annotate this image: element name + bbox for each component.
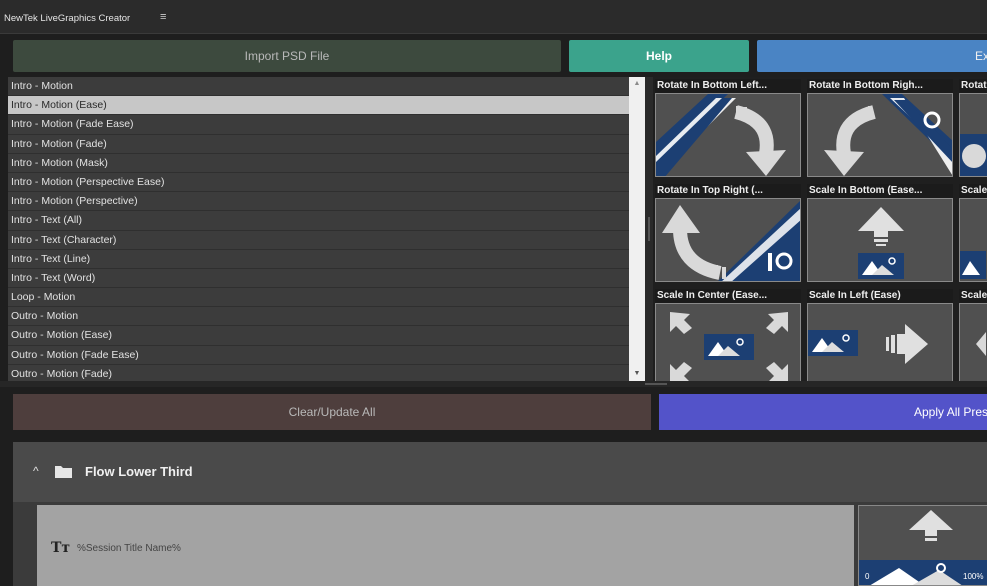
title-bar: NewTek LiveGraphics Creator ≡	[0, 0, 987, 34]
preset-list-scrollbar[interactable]: ▲ ▼	[629, 77, 645, 381]
animation-card[interactable]: Scale	[959, 289, 987, 381]
apply-all-presets-button[interactable]: Apply All Pres	[659, 394, 987, 430]
clear-update-all-button[interactable]: Clear/Update All	[13, 394, 651, 430]
animation-label: Scale In Left (Ease)	[807, 289, 953, 303]
animation-card[interactable]: Scale In Center (Ease...	[655, 289, 801, 381]
animation-grid: Rotate In Bottom Left... Rotate In Botto…	[653, 77, 987, 381]
animation-label: Rotate In Bottom Righ...	[807, 79, 953, 93]
list-item[interactable]: Intro - Text (Line)	[8, 250, 629, 269]
scale-icon	[959, 303, 987, 381]
scale-in-center-icon	[655, 303, 801, 381]
list-item[interactable]: Intro - Text (Character)	[8, 231, 629, 250]
export-button[interactable]: Ex	[757, 40, 987, 72]
list-item[interactable]: Intro - Motion (Perspective)	[8, 192, 629, 212]
horizontal-splitter[interactable]	[0, 381, 987, 387]
animation-label: Scale	[959, 184, 987, 198]
list-item[interactable]: Outro - Motion (Ease)	[8, 326, 629, 346]
animation-label: Scale In Center (Ease...	[655, 289, 801, 303]
animation-label: Rotat	[959, 79, 987, 93]
list-item[interactable]: Intro - Motion (Perspective Ease)	[8, 173, 629, 193]
animation-card[interactable]: Rotate In Top Right (...	[655, 184, 801, 282]
folder-icon	[55, 466, 72, 478]
animation-card[interactable]: Scale In Left (Ease)	[807, 289, 953, 381]
preset-list[interactable]: Intro - Motion Intro - Motion (Ease) Int…	[8, 77, 629, 381]
hamburger-icon[interactable]: ≡	[160, 11, 166, 23]
scale-icon	[959, 198, 987, 282]
splitter-grip	[648, 217, 650, 241]
splitter-grip	[645, 383, 667, 385]
animation-card[interactable]: Rotate In Bottom Left...	[655, 79, 801, 177]
scroll-down-icon[interactable]: ▼	[629, 367, 645, 381]
animation-label: Rotate In Bottom Left...	[655, 79, 801, 93]
vertical-splitter[interactable]	[645, 77, 653, 385]
layer-text: %Session Title Name%	[77, 543, 181, 554]
rotate-in-top-right-icon	[655, 198, 801, 282]
text-icon: Tт	[51, 540, 71, 556]
chevron-up-icon[interactable]: ^	[33, 464, 39, 478]
list-item[interactable]: Outro - Motion (Fade Ease)	[8, 346, 629, 365]
group-header[interactable]: ^ Flow Lower Third	[13, 442, 987, 502]
list-item[interactable]: Intro - Motion (Ease)	[8, 96, 629, 116]
list-item[interactable]: Intro - Motion (Mask)	[8, 154, 629, 173]
list-item[interactable]: Outro - Motion (Fade)	[8, 365, 629, 381]
list-item[interactable]: Loop - Motion	[8, 288, 629, 308]
list-item[interactable]: Intro - Text (All)	[8, 211, 629, 231]
animation-label: Rotate In Top Right (...	[655, 184, 801, 198]
rotate-in-bottom-left-icon	[655, 93, 801, 177]
import-psd-button[interactable]: Import PSD File	[13, 40, 561, 72]
range-end-label: 100%	[963, 572, 984, 581]
list-item[interactable]: Intro - Text (Word)	[8, 269, 629, 289]
scale-in-bottom-icon	[807, 198, 953, 282]
rotate-icon	[959, 93, 987, 177]
scroll-up-icon[interactable]: ▲	[629, 77, 645, 91]
list-item[interactable]: Intro - Motion (Fade)	[8, 135, 629, 154]
list-item[interactable]: Intro - Motion	[8, 77, 629, 97]
animation-card[interactable]: Rotate In Bottom Righ...	[807, 79, 953, 177]
animation-card[interactable]: Scale In Bottom (Ease...	[807, 184, 953, 282]
animation-label: Scale	[959, 289, 987, 303]
animation-card[interactable]: Scale	[959, 184, 987, 282]
range-start-label: 0	[865, 572, 870, 581]
group-title: Flow Lower Third	[85, 464, 193, 479]
app-title: NewTek LiveGraphics Creator	[4, 13, 131, 24]
rotate-in-bottom-right-icon	[807, 93, 953, 177]
list-item[interactable]: Outro - Motion	[8, 307, 629, 327]
layer-area: Tт %Session Title Name% 0 100%	[13, 502, 987, 586]
scale-in-left-icon	[807, 303, 953, 381]
animation-card[interactable]: Rotat	[959, 79, 987, 177]
list-item[interactable]: Intro - Motion (Fade Ease)	[8, 115, 629, 135]
text-layer-row[interactable]: Tт %Session Title Name%	[37, 505, 854, 586]
animation-label: Scale In Bottom (Ease...	[807, 184, 953, 198]
layer-animation-preview[interactable]: 0 100%	[858, 505, 987, 586]
help-button[interactable]: Help	[569, 40, 749, 72]
